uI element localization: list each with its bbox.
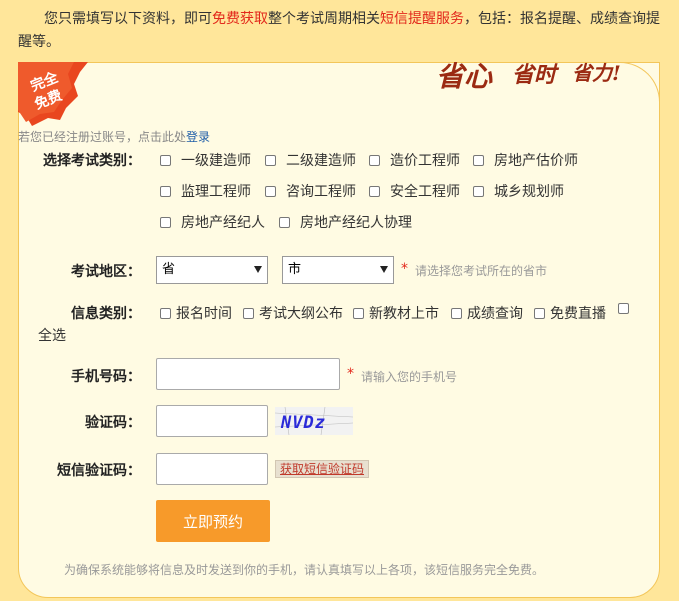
checkbox[interactable] (279, 216, 290, 228)
checkbox[interactable] (160, 216, 171, 228)
exam-option-4[interactable]: 房地产估价师 (473, 150, 578, 170)
select-all-label[interactable]: 全选 (38, 325, 66, 345)
exam-option-1[interactable]: 一级建造师 (160, 150, 251, 170)
login-hint: 若您已经注册过账号，点击此处登录 (18, 128, 210, 145)
captcha-image[interactable]: NVDz (275, 407, 353, 435)
slogan-text3: 省力! (572, 61, 621, 85)
captcha-input[interactable] (156, 405, 268, 437)
checkbox[interactable] (534, 307, 545, 319)
info-option-5[interactable]: 免费直播 (534, 303, 606, 323)
phone-hint: 请输入您的手机号 (361, 370, 458, 384)
exam-option-8[interactable]: 城乡规划师 (473, 181, 564, 201)
exam-option-10[interactable]: 房地产经纪人协理 (279, 212, 412, 232)
checkbox[interactable] (618, 303, 629, 314)
select-all-checkbox[interactable] (618, 303, 639, 314)
province-select[interactable]: 省 (156, 256, 268, 284)
city-select[interactable]: 市 (282, 256, 394, 284)
exam-option-5[interactable]: 监理工程师 (160, 181, 251, 201)
slogan-text2: 省时 (512, 62, 560, 88)
info-option-2[interactable]: 考试大纲公布 (243, 303, 343, 323)
info-option-1[interactable]: 报名时间 (160, 303, 232, 323)
info-option-4[interactable]: 成绩查询 (451, 303, 523, 323)
slogan-graphic: 省心 省时 省力! (436, 60, 621, 93)
exam-option-2[interactable]: 二级建造师 (265, 150, 356, 170)
checkbox[interactable] (243, 307, 254, 319)
city-value: 市 (288, 262, 302, 277)
sms-code-input[interactable] (156, 453, 268, 485)
exam-option-9[interactable]: 房地产经纪人 (160, 212, 265, 232)
dropdown-arrow-icon (380, 266, 388, 273)
captcha-label: 验证码： (85, 415, 141, 431)
login-hint-text: 若您已经注册过账号，点击此处 (18, 130, 187, 144)
phone-label: 手机号码： (71, 369, 141, 385)
info-type-label: 信息类别： (71, 306, 141, 322)
required-star: * (347, 366, 354, 382)
captcha-text: NVDz (280, 413, 326, 433)
dropdown-arrow-icon (254, 266, 262, 273)
checkbox[interactable] (369, 154, 380, 166)
phone-input[interactable] (156, 358, 340, 390)
checkbox[interactable] (473, 185, 484, 197)
checkbox[interactable] (160, 154, 171, 166)
checkbox[interactable] (160, 307, 171, 319)
checkbox[interactable] (160, 185, 171, 197)
free-badge-icon: 完全 免费 (18, 62, 88, 126)
intro-highlight-sms: 短信提醒服务 (380, 11, 464, 27)
exam-type-label: 选择考试类别： (43, 153, 141, 169)
checkbox[interactable] (265, 185, 276, 197)
slogan-text1: 省心 (436, 60, 493, 93)
exam-option-3[interactable]: 造价工程师 (369, 150, 460, 170)
intro-highlight-free: 免费获取 (212, 11, 268, 27)
checkbox[interactable] (353, 307, 364, 319)
intro-part1: 您只需填写以下资料，即可 (44, 11, 212, 27)
checkbox[interactable] (265, 154, 276, 166)
get-sms-code-button[interactable]: 获取短信验证码 (275, 460, 370, 478)
checkbox[interactable] (369, 185, 380, 197)
region-label: 考试地区： (71, 264, 141, 280)
intro-part2: 整个考试周期相关 (268, 11, 380, 27)
checkbox[interactable] (451, 307, 462, 319)
info-option-3[interactable]: 新教材上市 (353, 303, 439, 323)
footer-note: 为确保系统能够将信息及时发送到你的手机，请认真填写以上各项，该短信服务完全免费。 (64, 563, 545, 577)
exam-option-6[interactable]: 咨询工程师 (265, 181, 356, 201)
province-value: 省 (162, 262, 176, 277)
exam-option-7[interactable]: 安全工程师 (369, 181, 460, 201)
sms-label: 短信验证码： (57, 463, 141, 479)
login-link[interactable]: 登录 (186, 130, 210, 144)
required-star: * (401, 261, 408, 277)
region-hint: 请选择您考试所在的省市 (415, 264, 548, 278)
checkbox[interactable] (473, 154, 484, 166)
submit-button[interactable]: 立即预约 (156, 500, 270, 542)
